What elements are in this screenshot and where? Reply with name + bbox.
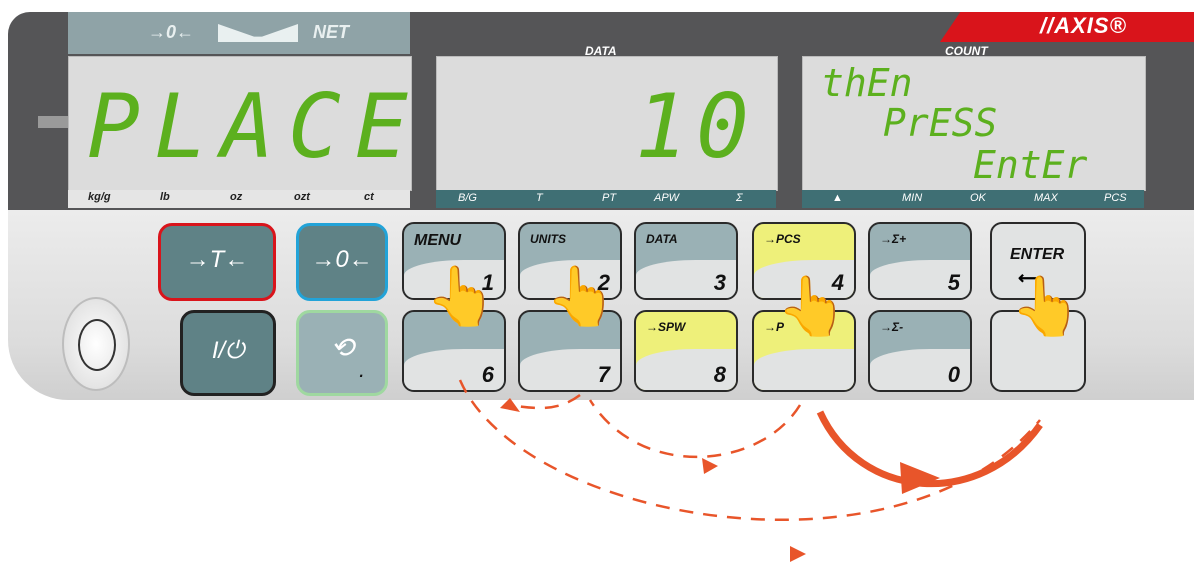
arrowhead-icon	[702, 458, 718, 474]
dashed-arrow-path	[588, 399, 802, 459]
scale-panel: //AXIS® →0← NET DATA COUNT PLACE kg/g lb…	[0, 0, 1194, 571]
arrowhead-icon	[900, 462, 940, 494]
arrowhead-icon	[500, 398, 520, 412]
sequence-arrows	[458, 379, 1043, 562]
dashed-arrow-path	[458, 379, 1041, 521]
dashed-arrow-path	[509, 393, 581, 410]
solid-arrow-path	[816, 410, 1043, 488]
arrowhead-icon	[790, 546, 806, 562]
